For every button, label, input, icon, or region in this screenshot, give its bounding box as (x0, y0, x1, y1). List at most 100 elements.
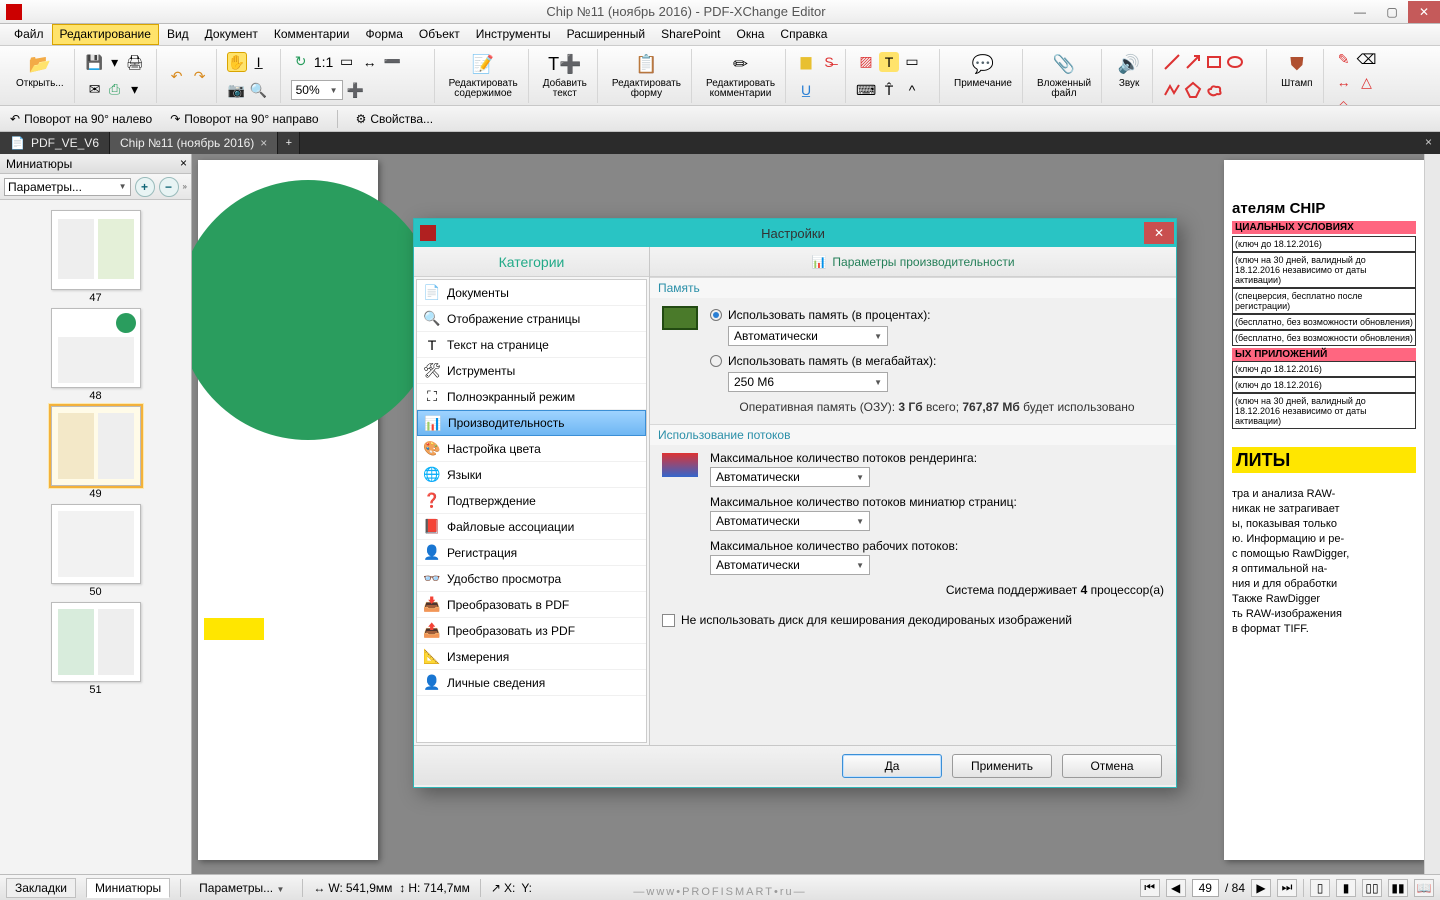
layout-book-icon[interactable]: 📖 (1414, 879, 1434, 897)
prev-page-button[interactable]: ◀ (1166, 879, 1186, 897)
zoom-combo[interactable]: 50%▼ (291, 80, 343, 100)
bookmarks-tab[interactable]: Закладки (6, 878, 76, 898)
thumbnails-more-icon[interactable]: » (183, 182, 187, 191)
new-tab-button[interactable]: + (278, 132, 300, 154)
rotate-view-icon[interactable]: ↻ (291, 52, 311, 72)
category-item[interactable]: 📄Документы (417, 280, 646, 306)
undo-icon[interactable]: ↶ (167, 66, 187, 86)
category-item[interactable]: 👤Регистрация (417, 540, 646, 566)
ok-button[interactable]: Да (842, 754, 942, 778)
eraser-icon[interactable]: ⌫ (1357, 49, 1377, 69)
memory-percent-radio[interactable]: Использовать память (в процентах): (710, 308, 1164, 322)
page-thumbnail[interactable]: 51 (51, 602, 141, 696)
properties-button[interactable]: ⚙Свойства... (356, 112, 433, 126)
polyline-shape-icon[interactable] (1163, 81, 1181, 99)
highlight-icon[interactable]: ▆ (796, 52, 816, 72)
add-text-button[interactable]: T➕Добавить текст (539, 49, 591, 101)
note-button[interactable]: 💬Примечание (950, 49, 1016, 91)
zoom-tool-icon[interactable]: 🔍 (249, 80, 269, 100)
open-button[interactable]: 📂 Открыть... (12, 49, 68, 91)
category-item[interactable]: 👓Удобство просмотра (417, 566, 646, 592)
redo-icon[interactable]: ↷ (190, 66, 210, 86)
layout-facing-icon[interactable]: ▯▯ (1362, 879, 1382, 897)
thumbnails-zoom-out-button[interactable]: − (159, 177, 179, 197)
save-icon[interactable]: 💾 (85, 53, 105, 73)
rotate-right-button[interactable]: ↷Поворот на 90° направо (170, 112, 318, 126)
render-threads-combo[interactable]: Автоматически▼ (710, 467, 870, 487)
last-page-button[interactable]: ⏭ (1277, 879, 1297, 897)
select-text-icon[interactable]: I̲ (249, 52, 269, 72)
category-item[interactable]: TТекст на странице (417, 332, 646, 358)
category-item[interactable]: 🎨Настройка цвета (417, 436, 646, 462)
edit-form-button[interactable]: 📋Редактировать форму (608, 49, 685, 101)
minimize-button[interactable]: — (1344, 1, 1376, 23)
page-thumbnail[interactable]: 49 (51, 406, 141, 500)
hand-tool-icon[interactable]: ✋ (227, 52, 247, 72)
close-button[interactable]: ✕ (1408, 1, 1440, 23)
category-item[interactable]: 🛠Иструменты (417, 358, 646, 384)
menu-file[interactable]: Файл (6, 24, 52, 45)
apply-button[interactable]: Применить (952, 754, 1052, 778)
thumbnails-close-icon[interactable]: × (180, 156, 187, 170)
category-item[interactable]: ⛶Полноэкранный режим (417, 384, 646, 410)
caret-icon[interactable]: ^ (902, 80, 922, 100)
menu-view[interactable]: Вид (159, 24, 197, 45)
category-item[interactable]: ❓Подтверждение (417, 488, 646, 514)
menu-document[interactable]: Документ (197, 24, 266, 45)
line-shape-icon[interactable] (1163, 53, 1181, 71)
menu-form[interactable]: Форма (357, 24, 410, 45)
maximize-button[interactable]: ▢ (1376, 1, 1408, 23)
cancel-button[interactable]: Отмена (1062, 754, 1162, 778)
menu-edit[interactable]: Редактирование (52, 24, 159, 45)
thumb-threads-combo[interactable]: Автоматически▼ (710, 511, 870, 531)
pencil-icon[interactable]: ✎ (1334, 49, 1354, 69)
polygon-shape-icon[interactable] (1184, 81, 1202, 99)
menu-help[interactable]: Справка (772, 24, 835, 45)
stamp-button[interactable]: ⛊Штамп (1277, 49, 1316, 91)
circle-shape-icon[interactable] (1226, 53, 1244, 71)
sound-button[interactable]: 🔊Звук (1112, 49, 1146, 91)
document-tab[interactable]: Chip №11 (ноябрь 2016) × (110, 132, 278, 154)
page-thumbnail[interactable]: 50 (51, 504, 141, 598)
strikeout-icon[interactable]: S̶ (819, 52, 839, 72)
menu-sharepoint[interactable]: SharePoint (653, 24, 728, 45)
attach-button[interactable]: 📎Вложенный файл (1033, 49, 1095, 101)
category-item[interactable]: 📐Измерения (417, 644, 646, 670)
memory-percent-combo[interactable]: Автоматически▼ (728, 326, 888, 346)
rect-shape-icon[interactable] (1205, 53, 1223, 71)
close-all-tabs-button[interactable]: × (1417, 132, 1440, 154)
zoom-out-icon[interactable]: ➖ (383, 52, 403, 72)
category-item[interactable]: 🌐Языки (417, 462, 646, 488)
cloud-shape-icon[interactable] (1205, 81, 1223, 99)
category-item[interactable]: 🔍Отображение страницы (417, 306, 646, 332)
scan-icon[interactable]: ⎙ (105, 80, 125, 100)
save-dropdown-icon[interactable]: ▾ (105, 53, 125, 73)
layout-continuous-icon[interactable]: ▮ (1336, 879, 1356, 897)
zoom-in-icon[interactable]: ➕ (346, 80, 366, 100)
page-number-field[interactable]: 49 (1192, 879, 1219, 897)
menu-object[interactable]: Объект (411, 24, 468, 45)
menu-advanced[interactable]: Расширенный (559, 24, 654, 45)
print-icon[interactable]: 🖨 (125, 53, 145, 73)
perimeter-icon[interactable]: △ (1357, 72, 1377, 92)
layout-facing-cont-icon[interactable]: ▮▮ (1388, 879, 1408, 897)
area-icon[interactable]: ◇ (1334, 95, 1354, 106)
page-thumbnail[interactable]: 47 (51, 210, 141, 304)
memory-mb-radio[interactable]: Использовать память (в мегабайтах): (710, 354, 1164, 368)
menu-windows[interactable]: Окна (729, 24, 773, 45)
category-item[interactable]: 📥Преобразовать в PDF (417, 592, 646, 618)
edit-content-button[interactable]: 📝Редактировать содержимое (445, 49, 522, 101)
scan-dropdown-icon[interactable]: ▾ (125, 80, 145, 100)
category-item[interactable]: 📕Файловые ассоциации (417, 514, 646, 540)
document-tab[interactable]: 📄 PDF_VE_V6 (0, 132, 110, 154)
select-area-icon[interactable]: ▨ (856, 52, 876, 72)
menu-comments[interactable]: Комментарии (266, 24, 358, 45)
tab-close-icon[interactable]: × (260, 136, 267, 150)
vertical-scrollbar[interactable] (1424, 154, 1440, 874)
thumbnails-zoom-in-button[interactable]: + (135, 177, 155, 197)
snapshot-icon[interactable]: 📷 (227, 80, 247, 100)
layout-single-icon[interactable]: ▯ (1310, 879, 1330, 897)
underline-icon[interactable]: U̲ (796, 80, 816, 100)
thumbnails-options-combo[interactable]: Параметры...▼ (4, 178, 131, 196)
page-thumbnail[interactable]: 48 (51, 308, 141, 402)
